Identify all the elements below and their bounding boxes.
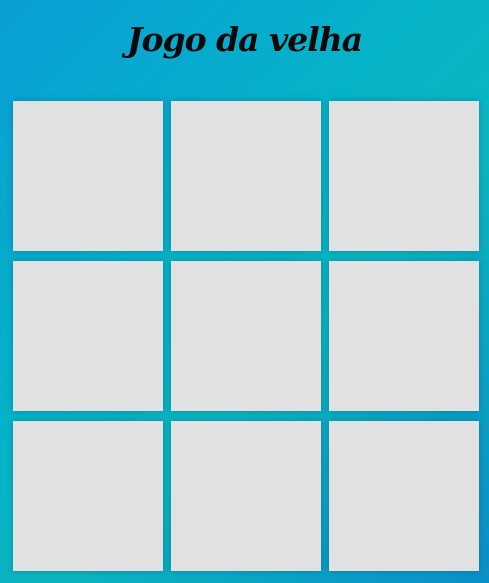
board-cell-7[interactable]	[13, 421, 163, 571]
board-cell-8[interactable]	[171, 421, 321, 571]
page-title: Jogo da velha	[126, 20, 363, 59]
board-cell-2[interactable]	[171, 101, 321, 251]
board-cell-4[interactable]	[13, 261, 163, 411]
board-cell-5[interactable]	[171, 261, 321, 411]
board-cell-9[interactable]	[329, 421, 479, 571]
game-board	[13, 101, 479, 571]
board-cell-6[interactable]	[329, 261, 479, 411]
board-cell-1[interactable]	[13, 101, 163, 251]
board-cell-3[interactable]	[329, 101, 479, 251]
